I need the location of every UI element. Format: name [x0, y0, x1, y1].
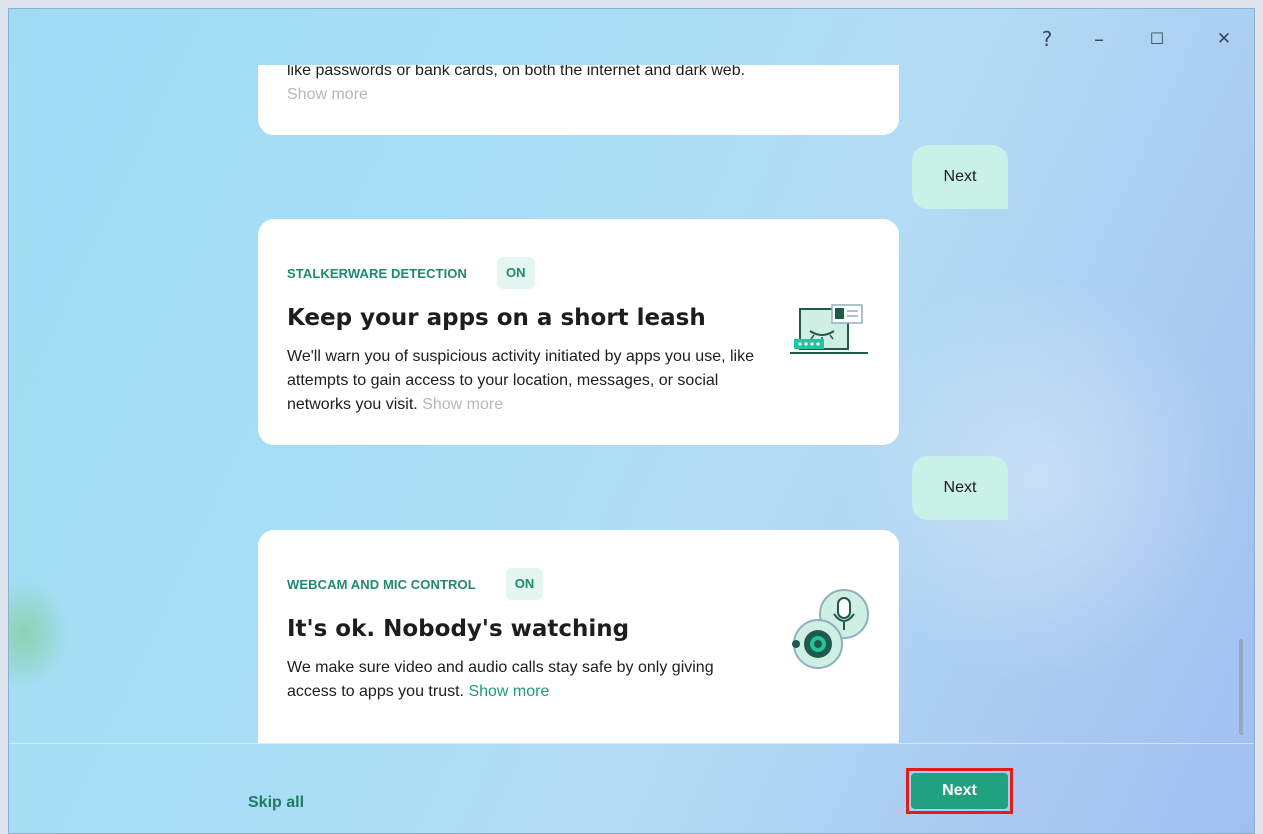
card-description: We'll warn you of suspicious activity in… [287, 345, 767, 417]
reply-bubble-next: Next [912, 145, 1008, 209]
skip-all-button[interactable]: Skip all [248, 794, 304, 812]
status-badge: ON [505, 568, 544, 600]
show-more-link[interactable]: Show more [468, 683, 549, 700]
card-description: We make sure video and audio calls stay … [287, 656, 767, 704]
next-button-highlight: Next [906, 768, 1013, 814]
show-more-link[interactable]: Show more [422, 396, 503, 413]
webcam-mic-icon [792, 589, 869, 669]
feature-card-stalkerware: STALKERWARE DETECTION ON Keep your apps … [258, 219, 899, 445]
footer-bar: Skip all Next [9, 743, 1254, 833]
show-more-link[interactable]: Show more [287, 86, 368, 103]
reply-bubble-next: Next [912, 456, 1008, 520]
card-header: WEBCAM AND MIC CONTROL ON [287, 568, 544, 600]
title-bar: ? – ☐ ✕ [9, 9, 1254, 65]
feature-tag: WEBCAM AND MIC CONTROL [287, 576, 476, 592]
close-icon[interactable]: ✕ [1204, 21, 1244, 57]
app-window: ? – ☐ ✕ like passwords or bank cards, on… [8, 8, 1255, 834]
status-badge: ON [497, 257, 535, 289]
maximize-icon[interactable]: ☐ [1137, 21, 1177, 57]
help-icon[interactable]: ? [1027, 21, 1067, 57]
feature-card-webcam: WEBCAM AND MIC CONTROL ON It's ok. Nobod… [258, 530, 899, 743]
card-description-text: like passwords or bank cards, on both th… [287, 65, 746, 79]
card-title: It's ok. Nobody's watching [287, 616, 630, 642]
feature-card-previous: like passwords or bank cards, on both th… [258, 65, 899, 135]
card-title: Keep your apps on a short leash [287, 305, 706, 331]
feature-tag: STALKERWARE DETECTION [287, 265, 468, 281]
card-header: STALKERWARE DETECTION ON [287, 257, 535, 289]
scrollbar[interactable] [1239, 639, 1243, 735]
laptop-eye-icon [790, 304, 868, 354]
minimize-icon[interactable]: – [1079, 21, 1119, 57]
card-description: like passwords or bank cards, on both th… [287, 65, 787, 107]
card-description-text: We'll warn you of suspicious activity in… [287, 348, 754, 413]
chat-scroll-area[interactable]: like passwords or bank cards, on both th… [9, 65, 1254, 743]
next-button[interactable]: Next [911, 773, 1008, 809]
